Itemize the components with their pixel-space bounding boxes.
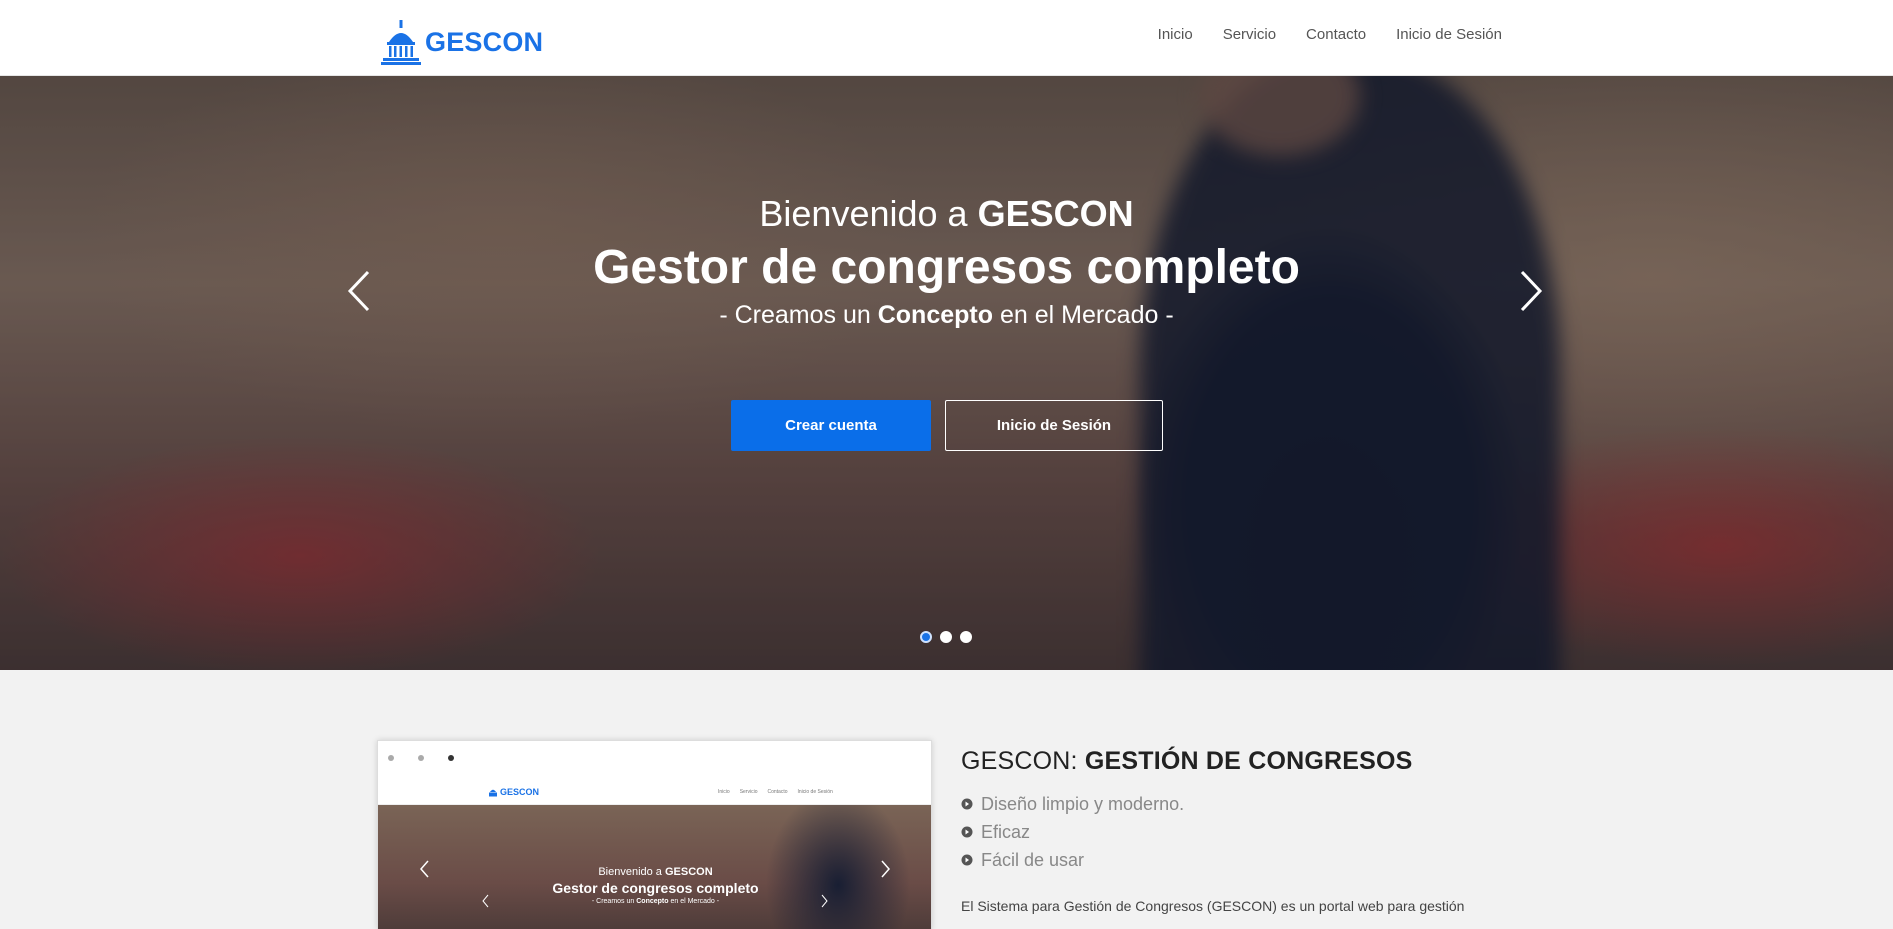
preview-nav-links: Inicio Servicio Contacto Inicio de Sesió…	[718, 789, 833, 795]
about-info: GESCON: GESTIÓN DE CONGRESOS Diseño limp…	[961, 746, 1521, 916]
hero-buttons: Crear cuenta Inicio de Sesión	[731, 400, 1163, 451]
preview-title: Gestor de congresos completo	[552, 880, 759, 896]
chevron-right-icon[interactable]	[1508, 266, 1548, 316]
hero-tagline: - Creamos un Concepto en el Mercado -	[0, 299, 1893, 331]
nav-link-servicio[interactable]: Servicio	[1208, 24, 1291, 45]
preview-dots	[388, 755, 454, 761]
create-account-button[interactable]: Crear cuenta	[731, 400, 931, 451]
preview-hero: Bienvenido a GESCON Gestor de congresos …	[378, 805, 931, 929]
carousel-dot-2[interactable]	[940, 631, 952, 643]
about-title: GESCON: GESTIÓN DE CONGRESOS	[961, 746, 1521, 776]
preview-tagline: - Creamos un Concepto en el Mercado -	[378, 897, 931, 907]
preview-welcome-brand: GESCON	[664, 866, 713, 878]
top-navbar: GESCON Inicio Servicio Contacto Inicio d…	[0, 0, 1893, 76]
preview-tagline-prefix: - Creamos un	[591, 898, 635, 905]
preview-dot	[388, 755, 394, 761]
hero-tagline-prefix: - Creamos un	[719, 301, 871, 329]
preview-nav-link: Inicio	[718, 789, 730, 795]
chevron-right-icon	[821, 894, 828, 908]
feature-item: Eficaz	[961, 818, 1521, 846]
hero-title: Gestor de congresos completo	[593, 241, 1300, 294]
nav-link-inicio[interactable]: Inicio	[1143, 24, 1208, 45]
capitol-logo-icon	[381, 20, 421, 65]
hero-tagline-bold: Concepto	[877, 301, 994, 329]
login-button[interactable]: Inicio de Sesión	[945, 400, 1163, 451]
about-section: GESCON Inicio Servicio Contacto Inicio d…	[0, 670, 1893, 929]
circle-arrow-right-icon	[961, 854, 973, 866]
feature-text: Fácil de usar	[981, 850, 1085, 870]
hero-tagline-suffix: en el Mercado -	[999, 301, 1174, 329]
carousel-dot-3[interactable]	[960, 631, 972, 643]
hero-welcome-brand: GESCON	[977, 193, 1134, 234]
about-title-prefix: GESCON:	[961, 747, 1078, 775]
brand-name: GESCON	[425, 26, 544, 57]
hero-welcome: Bienvenido a GESCON	[0, 193, 1893, 235]
feature-item: Fácil de usar	[961, 846, 1521, 874]
about-description: El Sistema para Gestión de Congresos (GE…	[961, 898, 1465, 914]
chevron-right-icon	[881, 860, 890, 878]
hero-carousel: Bienvenido a GESCON Gestor de congresos …	[0, 76, 1893, 670]
preview-nav-link: Contacto	[767, 789, 788, 795]
preview-navbar: GESCON Inicio Servicio Contacto Inicio d…	[378, 781, 931, 805]
circle-arrow-right-icon	[961, 798, 973, 810]
hero-overlay	[0, 76, 1893, 670]
brand-link[interactable]: GESCON	[381, 18, 543, 66]
preview-brand-text: GESCON	[500, 787, 540, 797]
hero-caption: Bienvenido a GESCON Gestor de congresos …	[0, 193, 1893, 331]
feature-item: Diseño limpio y moderno.	[961, 790, 1521, 818]
feature-text: Eficaz	[981, 822, 1031, 842]
nav-link-contacto[interactable]: Contacto	[1291, 24, 1381, 45]
capitol-logo-icon	[489, 789, 497, 797]
preview-nav-link: Inicio de Sesión	[797, 789, 833, 795]
preview-dot	[448, 755, 454, 761]
circle-arrow-right-icon	[961, 826, 973, 838]
carousel-indicators	[920, 631, 972, 643]
site-preview-image: GESCON Inicio Servicio Contacto Inicio d…	[377, 740, 932, 929]
preview-brand: GESCON	[488, 786, 539, 798]
hero-welcome-prefix: Bienvenido a	[759, 193, 968, 234]
preview-welcome-prefix: Bienvenido a	[598, 866, 662, 878]
main-nav: Inicio Servicio Contacto Inicio de Sesió…	[1143, 24, 1502, 45]
preview-tagline-suffix: en el Mercado -	[670, 898, 720, 905]
chevron-left-icon	[482, 894, 489, 908]
nav-link-login[interactable]: Inicio de Sesión	[1381, 24, 1502, 45]
about-title-bold: GESTIÓN DE CONGRESOS	[1084, 747, 1413, 775]
carousel-dot-1[interactable]	[920, 631, 932, 643]
chevron-left-icon	[420, 860, 429, 878]
preview-nav-link: Servicio	[739, 789, 758, 795]
preview-hero-caption: Bienvenido a GESCON Gestor de congresos …	[378, 865, 931, 907]
feature-list: Diseño limpio y moderno. Eficaz Fácil de…	[961, 790, 1521, 874]
chevron-left-icon[interactable]	[342, 266, 382, 316]
preview-dot	[418, 755, 424, 761]
feature-text: Diseño limpio y moderno.	[981, 794, 1185, 814]
preview-welcome: Bienvenido a GESCON	[378, 865, 931, 879]
preview-tagline-bold: Concepto	[636, 898, 669, 905]
